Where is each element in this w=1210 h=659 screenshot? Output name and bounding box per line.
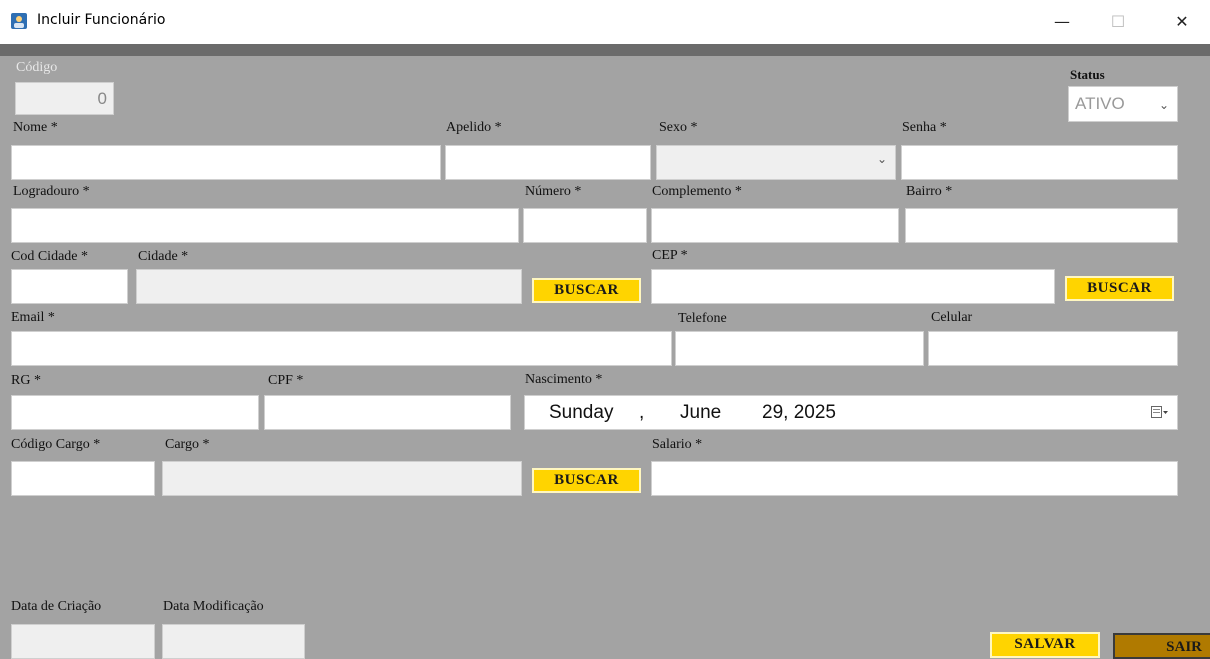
- rg-field[interactable]: [11, 395, 259, 430]
- apelido-label: Apelido *: [446, 120, 502, 135]
- nascimento-datepicker[interactable]: Sunday , June 29, 2025: [524, 395, 1178, 430]
- data-criacao-field[interactable]: [11, 624, 155, 659]
- date-month: June: [680, 402, 722, 423]
- sexo-label: Sexo *: [659, 120, 698, 135]
- celular-field[interactable]: [928, 331, 1178, 366]
- date-separator: ,: [639, 402, 645, 423]
- data-criacao-label: Data de Criação: [11, 599, 102, 614]
- nascimento-label: Nascimento *: [525, 372, 603, 387]
- chevron-down-icon: ⌄: [1158, 98, 1169, 112]
- cpf-label: CPF *: [268, 373, 304, 388]
- celular-label: Celular: [931, 310, 973, 325]
- logradouro-field[interactable]: [11, 208, 519, 243]
- rg-label: RG *: [11, 373, 41, 388]
- email-label: Email *: [11, 310, 55, 325]
- buscar-cargo-button[interactable]: BUSCAR: [532, 468, 641, 493]
- data-modificacao-label: Data Modificação: [163, 599, 264, 614]
- minimize-button[interactable]: —: [1042, 8, 1082, 36]
- telefone-field[interactable]: [675, 331, 924, 366]
- cpf-field[interactable]: [264, 395, 511, 430]
- title-separator: [0, 44, 1210, 56]
- sair-button[interactable]: SAIR: [1113, 633, 1210, 659]
- cep-label: CEP *: [652, 248, 688, 263]
- cod-cidade-field[interactable]: [11, 269, 128, 304]
- chevron-down-icon: ⌄: [876, 152, 887, 166]
- bairro-label: Bairro *: [906, 184, 953, 199]
- telefone-label: Telefone: [678, 311, 727, 326]
- app-icon: [11, 13, 27, 29]
- codigo-field[interactable]: [15, 82, 114, 115]
- calendar-dropdown-icon[interactable]: [1151, 406, 1169, 419]
- nome-field[interactable]: [11, 145, 441, 180]
- codigo-label: Código: [16, 60, 58, 75]
- sexo-select[interactable]: ⌄: [656, 145, 896, 180]
- cidade-field[interactable]: [136, 269, 522, 304]
- salvar-button[interactable]: SALVAR: [990, 632, 1100, 658]
- codigo-cargo-field[interactable]: [11, 461, 155, 496]
- date-weekday: Sunday: [549, 402, 614, 423]
- data-modificacao-field[interactable]: [162, 624, 305, 659]
- email-field[interactable]: [11, 331, 672, 366]
- cidade-label: Cidade *: [138, 249, 189, 264]
- date-day-year: 29, 2025: [762, 402, 836, 423]
- senha-label: Senha *: [902, 120, 947, 135]
- cargo-label: Cargo *: [165, 437, 210, 452]
- window-titlebar: Incluir Funcionário — ☐ ✕: [0, 0, 1210, 44]
- senha-field[interactable]: [901, 145, 1178, 180]
- maximize-button[interactable]: ☐: [1098, 8, 1138, 36]
- cod-cidade-label: Cod Cidade *: [11, 249, 88, 264]
- salario-field[interactable]: [651, 461, 1178, 496]
- complemento-label: Complemento *: [652, 184, 742, 199]
- cargo-field[interactable]: [162, 461, 522, 496]
- numero-field[interactable]: [523, 208, 647, 243]
- codigo-cargo-label: Código Cargo *: [11, 437, 101, 452]
- bairro-field[interactable]: [905, 208, 1178, 243]
- employee-form: Código Status ATIVO ⌄ Nome * Apelido * S…: [0, 56, 1210, 659]
- apelido-field[interactable]: [445, 145, 651, 180]
- numero-label: Número *: [525, 184, 582, 199]
- window-title: Incluir Funcionário: [37, 12, 166, 28]
- salario-label: Salario *: [652, 437, 703, 452]
- complemento-field[interactable]: [651, 208, 899, 243]
- buscar-cidade-button[interactable]: BUSCAR: [532, 278, 641, 303]
- nome-label: Nome *: [13, 120, 58, 135]
- cep-field[interactable]: [651, 269, 1055, 304]
- buscar-cep-button[interactable]: BUSCAR: [1065, 276, 1174, 301]
- close-button[interactable]: ✕: [1162, 8, 1202, 36]
- status-select[interactable]: ATIVO ⌄: [1068, 86, 1178, 122]
- status-value: ATIVO: [1075, 94, 1125, 113]
- status-label: Status: [1070, 67, 1105, 82]
- logradouro-label: Logradouro *: [13, 184, 90, 199]
